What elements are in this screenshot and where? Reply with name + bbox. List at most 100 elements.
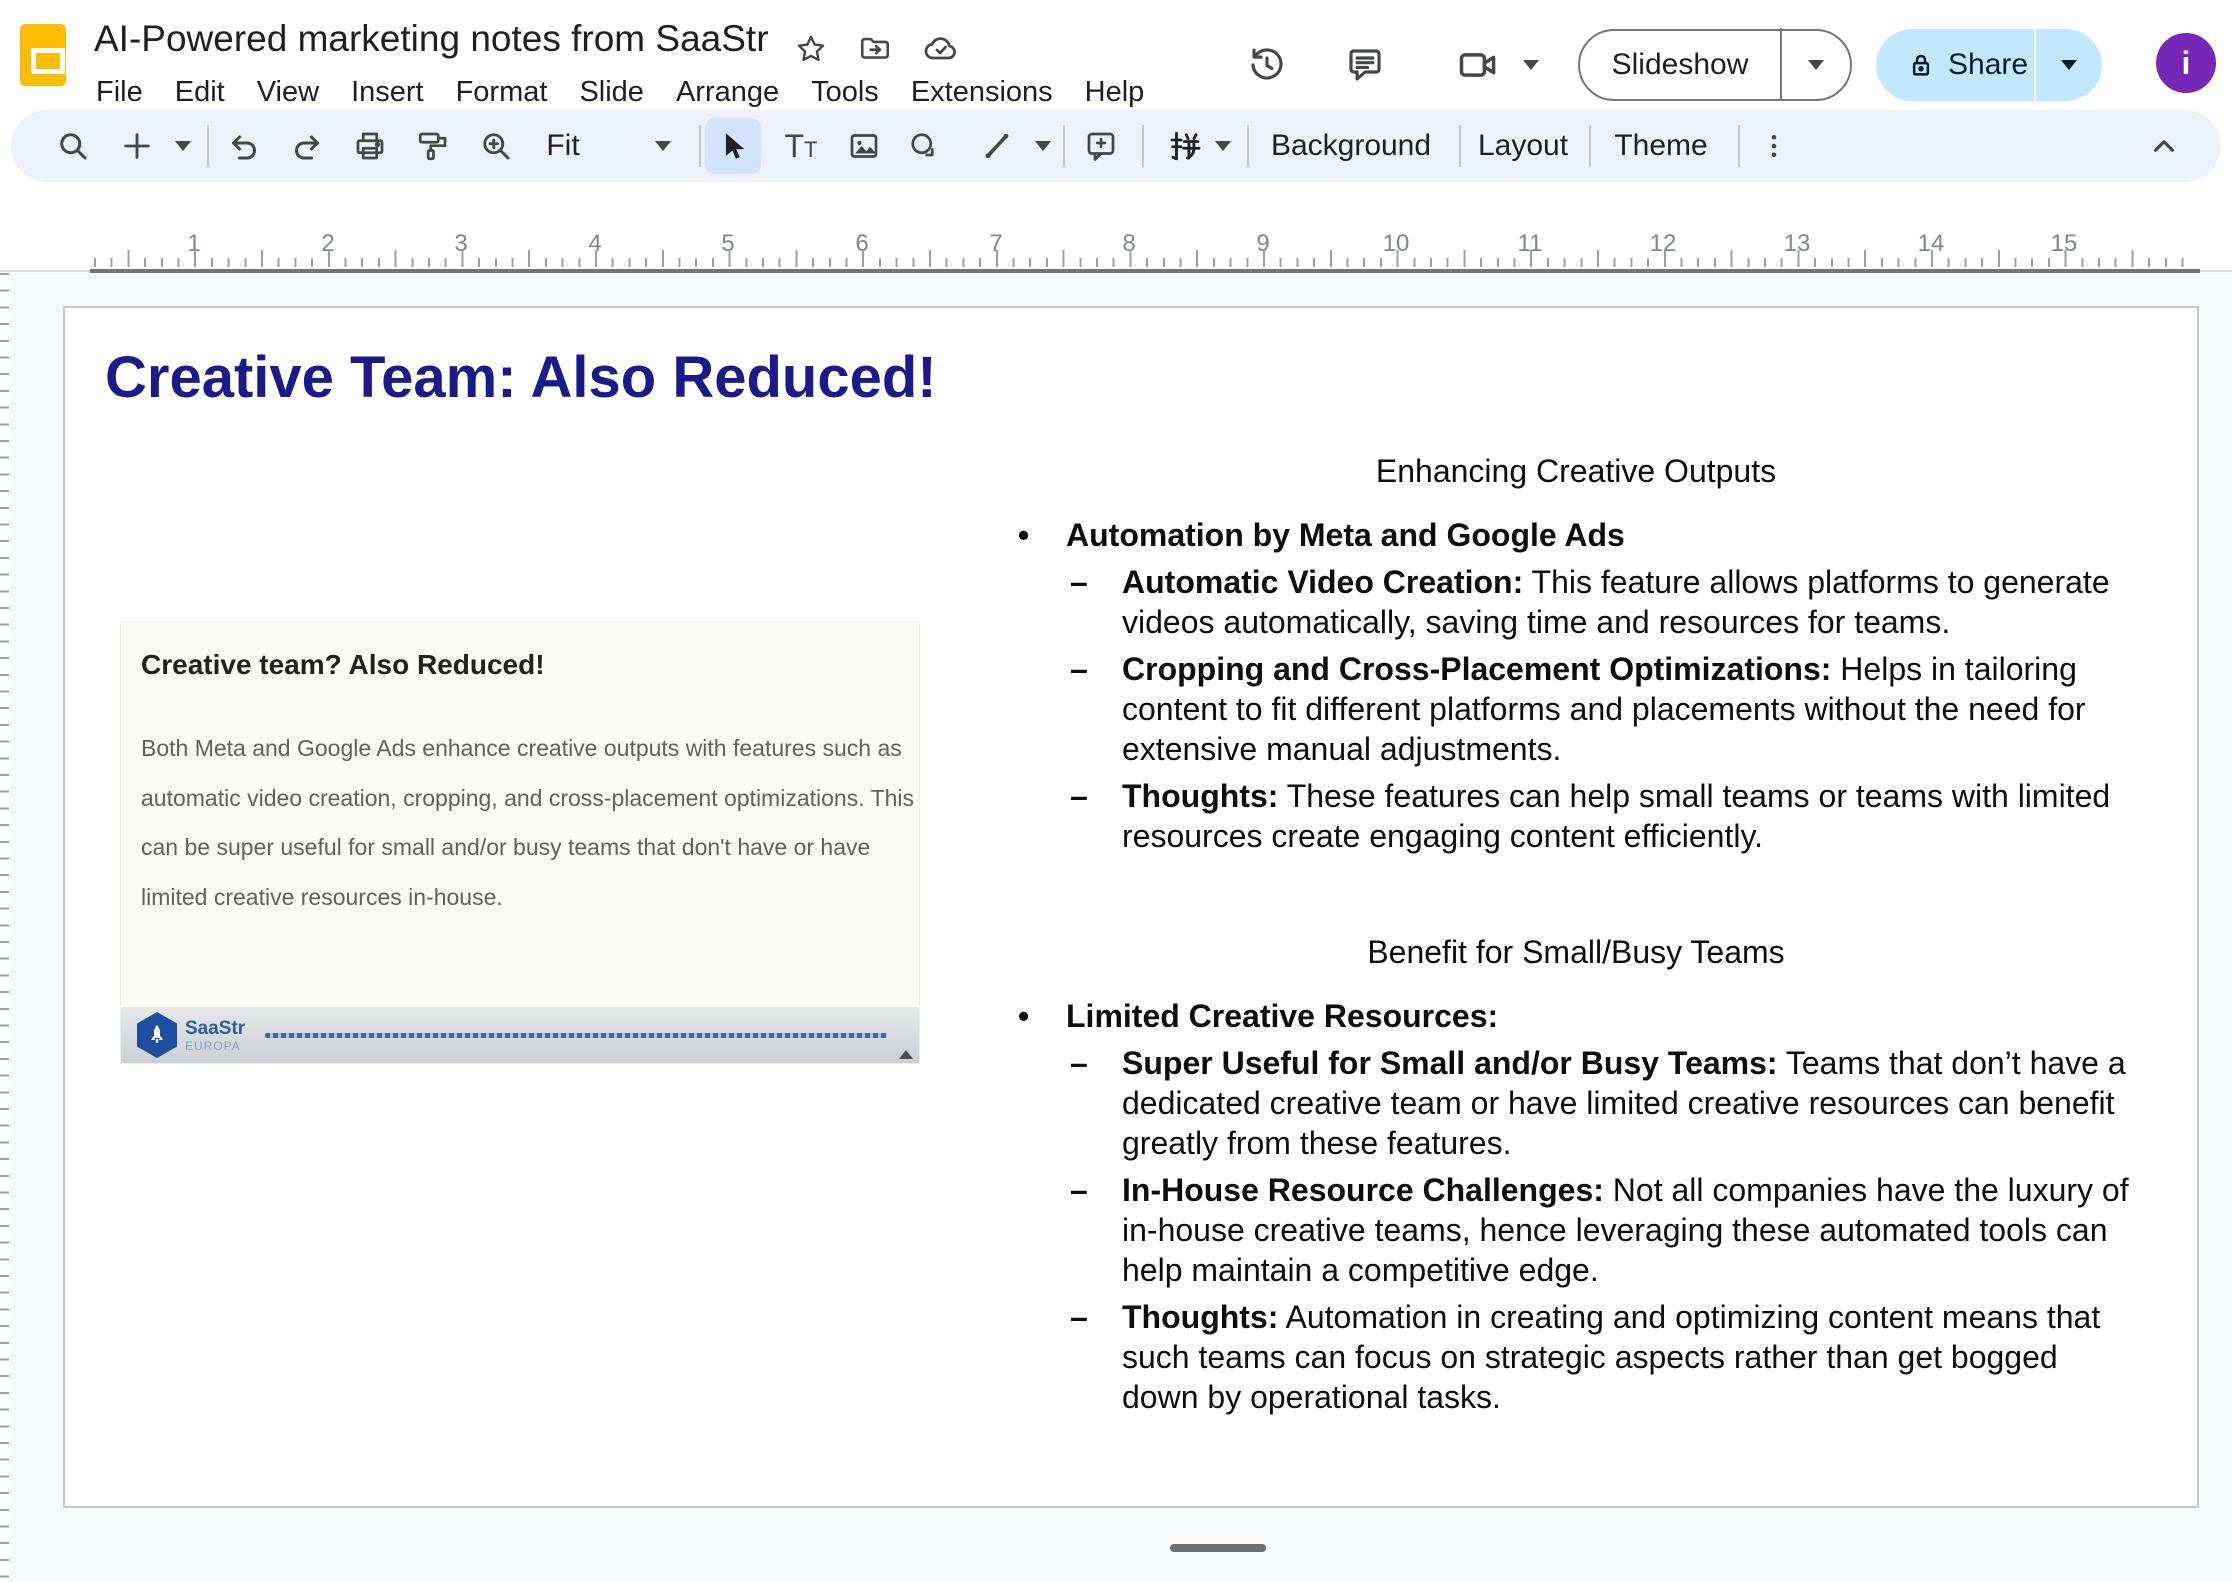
chevron-down-icon <box>2061 60 2077 70</box>
slide[interactable]: Creative Team: Also Reduced! Creative te… <box>63 306 2199 1508</box>
meet-camera-icon[interactable] <box>1453 40 1503 90</box>
notes-section-2: Benefit for Small/Busy Teams Limited Cre… <box>1010 932 2142 1417</box>
document-title[interactable]: AI-Powered marketing notes from SaaStr <box>94 18 769 60</box>
ruler-minor-ticks <box>94 258 2196 267</box>
sub-bullet-lead: Thoughts: <box>1122 778 1278 814</box>
theme-button[interactable]: Theme <box>1614 129 1707 163</box>
bullet-item: Limited Creative Resources: <box>1010 996 2142 1036</box>
undo-icon[interactable] <box>216 118 272 174</box>
toolbar-divider <box>1142 125 1144 167</box>
sub-bullet-item: In-House Resource Challenges: Not all co… <box>1066 1170 2142 1290</box>
saastr-logo-subtitle: EUROPA <box>185 1040 245 1052</box>
menu-slide[interactable]: Slide <box>563 74 660 111</box>
version-history-icon[interactable] <box>1242 40 1292 90</box>
cloud-saved-icon[interactable] <box>922 30 960 68</box>
screenshot-body-line: limited creative resources in-house. <box>141 884 901 934</box>
app-header: AI-Powered marketing notes from SaaStr F… <box>0 0 2232 110</box>
toolbar-divider <box>699 125 701 167</box>
move-folder-icon[interactable] <box>856 30 894 68</box>
comments-icon[interactable] <box>1340 40 1390 90</box>
menu-tools[interactable]: Tools <box>795 74 895 111</box>
new-slide-dropdown-icon[interactable] <box>175 141 191 151</box>
insert-comment-icon[interactable] <box>1073 118 1129 174</box>
insert-line-icon[interactable] <box>969 118 1025 174</box>
camera-dropdown-icon[interactable] <box>1506 40 1556 90</box>
star-icon[interactable] <box>792 30 830 68</box>
new-slide-plus-icon[interactable] <box>109 118 165 174</box>
share-dropdown[interactable] <box>2036 60 2102 70</box>
menu-insert[interactable]: Insert <box>335 74 440 111</box>
google-slides-logo[interactable] <box>20 24 66 86</box>
chevron-down-icon <box>1808 60 1824 70</box>
paint-format-icon[interactable] <box>405 118 461 174</box>
menubar: File Edit View Insert Format Slide Arran… <box>80 74 1160 111</box>
section-heading: Enhancing Creative Outputs <box>1010 451 2142 491</box>
saastr-logo-title: SaaStr <box>185 1019 245 1038</box>
sub-bullet-item: Cropping and Cross-Placement Optimizatio… <box>1066 649 2142 769</box>
sub-bullet-item: Thoughts: Automation in creating and opt… <box>1066 1297 2142 1417</box>
menu-edit[interactable]: Edit <box>159 74 241 111</box>
wavy-line <box>265 1033 887 1038</box>
menu-help[interactable]: Help <box>1069 74 1161 111</box>
menu-file[interactable]: File <box>80 74 159 111</box>
toolbar-divider <box>1247 125 1249 167</box>
slideshow-dropdown[interactable] <box>1782 60 1850 70</box>
saastr-logo-icon <box>137 1012 177 1058</box>
menu-extensions[interactable]: Extensions <box>895 74 1069 111</box>
share-label: Share <box>1948 48 2028 82</box>
redo-icon[interactable] <box>279 118 335 174</box>
insert-shape-icon[interactable] <box>896 118 952 174</box>
screenshot-body-line: can be super useful for small and/or bus… <box>141 834 901 884</box>
image-corner-mark <box>899 1050 913 1059</box>
zoom-dropdown-icon[interactable] <box>655 141 671 151</box>
collapse-menus-icon[interactable] <box>2136 118 2192 174</box>
bullet-item: Automation by Meta and Google Ads <box>1010 515 2142 555</box>
screenshot-heading: Creative team? Also Reduced! <box>141 649 545 681</box>
input-tools-icon[interactable] <box>1156 118 1212 174</box>
embedded-screenshot[interactable]: Creative team? Also Reduced! Both Meta a… <box>120 622 920 1064</box>
section-heading: Benefit for Small/Busy Teams <box>1010 932 2142 972</box>
toolbar-divider <box>1459 125 1461 167</box>
toolbar-divider <box>207 125 209 167</box>
ruler-baseline-left <box>0 270 90 272</box>
slide-title[interactable]: Creative Team: Also Reduced! <box>105 344 937 411</box>
sub-bullet-item: Automatic Video Creation: This feature a… <box>1066 562 2142 642</box>
insert-image-icon[interactable] <box>836 118 892 174</box>
share-button[interactable]: Share <box>1876 29 2102 101</box>
notes-text-box[interactable]: Enhancing Creative Outputs Automation by… <box>1010 451 2142 1417</box>
slideshow-button[interactable]: Slideshow <box>1578 29 1852 101</box>
text-box-icon[interactable]: TT <box>773 118 829 174</box>
toolbar-divider <box>1063 125 1065 167</box>
screenshot-body: Both Meta and Google Ads enhance creativ… <box>141 735 901 933</box>
menu-format[interactable]: Format <box>440 74 564 111</box>
menu-view[interactable]: View <box>241 74 335 111</box>
select-cursor-icon[interactable] <box>705 118 761 174</box>
sub-bullet-lead: In-House Resource Challenges: <box>1122 1172 1604 1208</box>
print-icon[interactable] <box>342 118 398 174</box>
sub-bullet-lead: Thoughts: <box>1122 1299 1278 1335</box>
share-main[interactable]: Share <box>1876 48 2034 82</box>
notes-section-1: Enhancing Creative Outputs Automation by… <box>1010 451 2142 856</box>
slideshow-label: Slideshow <box>1580 48 1780 82</box>
zoom-in-icon[interactable] <box>468 118 524 174</box>
background-button[interactable]: Background <box>1271 129 1431 163</box>
toolbar: Fit TT Background Layout Theme <box>11 110 2221 182</box>
search-icon[interactable] <box>45 118 101 174</box>
sub-bullet-item: Super Useful for Small and/or Busy Teams… <box>1066 1043 2142 1163</box>
speaker-notes-drag-handle[interactable] <box>1170 1544 1266 1552</box>
sub-bullet-item: Thoughts: These features can help small … <box>1066 776 2142 856</box>
sub-bullet-lead: Cropping and Cross-Placement Optimizatio… <box>1122 651 1831 687</box>
toolbar-divider <box>1589 125 1591 167</box>
saastr-logo-text: SaaStr EUROPA <box>185 1019 245 1052</box>
editor-canvas[interactable]: Creative Team: Also Reduced! Creative te… <box>0 273 2232 1582</box>
menu-arrange[interactable]: Arrange <box>660 74 795 111</box>
layout-button[interactable]: Layout <box>1478 129 1568 163</box>
more-icon[interactable] <box>1746 118 1802 174</box>
vertical-ruler <box>0 273 9 1582</box>
lock-icon <box>1906 50 1936 80</box>
input-tools-dropdown-icon[interactable] <box>1215 141 1231 151</box>
zoom-select[interactable]: Fit <box>546 129 579 163</box>
avatar[interactable]: i <box>2156 33 2216 93</box>
line-dropdown-icon[interactable] <box>1035 141 1051 151</box>
screenshot-footer: SaaStr EUROPA <box>121 1007 919 1063</box>
